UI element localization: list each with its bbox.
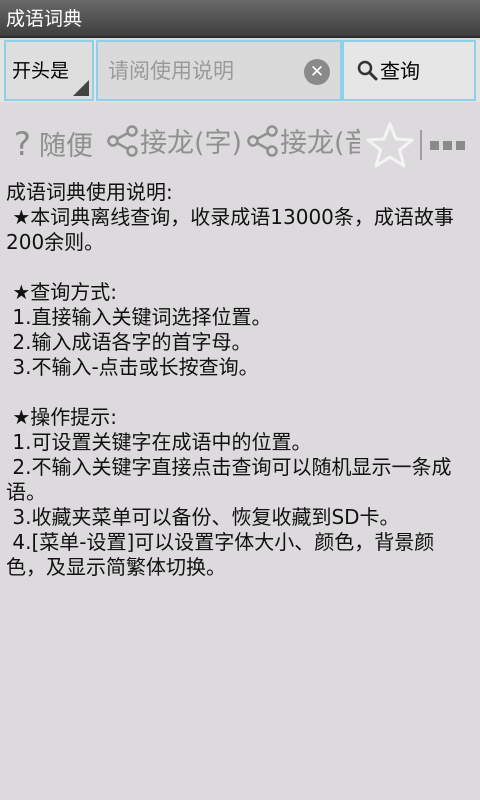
search-icon: [357, 60, 378, 81]
chain-by-char-button[interactable]: 接龙(字): [106, 106, 244, 182]
list-item: 2.输入成语各字的首字母。: [6, 330, 252, 354]
instructions-title: 成语词典使用说明:: [6, 180, 173, 204]
question-icon: ?: [14, 125, 31, 163]
list-item: 4.[菜单-设置]可以设置字体大小、颜色，背景颜色，及显示简繁体切换。: [6, 530, 435, 579]
share-icon: [247, 125, 278, 157]
random-button[interactable]: ? 随便: [14, 106, 106, 182]
random-label: 随便: [38, 131, 93, 162]
position-mode-label: 开头是: [12, 60, 70, 82]
list-item: 3.不输入-点击或长按查询。: [6, 355, 259, 379]
search-input[interactable]: [108, 56, 298, 86]
app-title-bar: 成语词典: [0, 0, 480, 38]
search-field[interactable]: ✕: [96, 40, 342, 101]
list-item: 1.可设置关键字在成语中的位置。: [6, 430, 312, 454]
search-button-label: 查询: [380, 59, 420, 83]
share-icon: [107, 125, 138, 157]
overflow-menu-icon[interactable]: [428, 106, 476, 182]
chain-by-sound-button[interactable]: 接龙(音: [246, 106, 360, 182]
tips-heading: ★操作提示:: [6, 405, 118, 429]
chain-by-sound-label: 接龙(音: [280, 128, 360, 159]
app-title: 成语词典: [6, 8, 83, 30]
search-bar: 开头是 ✕ 查询: [0, 40, 480, 102]
action-toolbar: ? 随便 接龙(字) 接龙(音: [0, 106, 480, 182]
instructions-intro: ★本词典离线查询，收录成语13000条，成语故事200余则。: [6, 205, 454, 254]
star-icon[interactable]: [364, 120, 416, 172]
instructions-panel: 成语词典使用说明: ★本词典离线查询，收录成语13000条，成语故事200余则。…: [6, 180, 474, 580]
list-item: 1.直接输入关键词选择位置。: [6, 305, 272, 329]
clear-icon[interactable]: ✕: [304, 59, 330, 85]
toolbar-divider: [420, 130, 422, 160]
list-item: 2.不输入关键字直接点击查询可以随机显示一条成语。: [6, 455, 452, 504]
chain-by-char-label: 接龙(字): [140, 128, 243, 159]
search-button[interactable]: 查询: [342, 40, 476, 101]
list-item: 3.收藏夹菜单可以备份、恢复收藏到SD卡。: [6, 505, 400, 529]
position-mode-dropdown[interactable]: 开头是: [4, 40, 94, 101]
dropdown-triangle-icon: [73, 80, 89, 96]
query-heading: ★查询方式:: [6, 280, 118, 304]
